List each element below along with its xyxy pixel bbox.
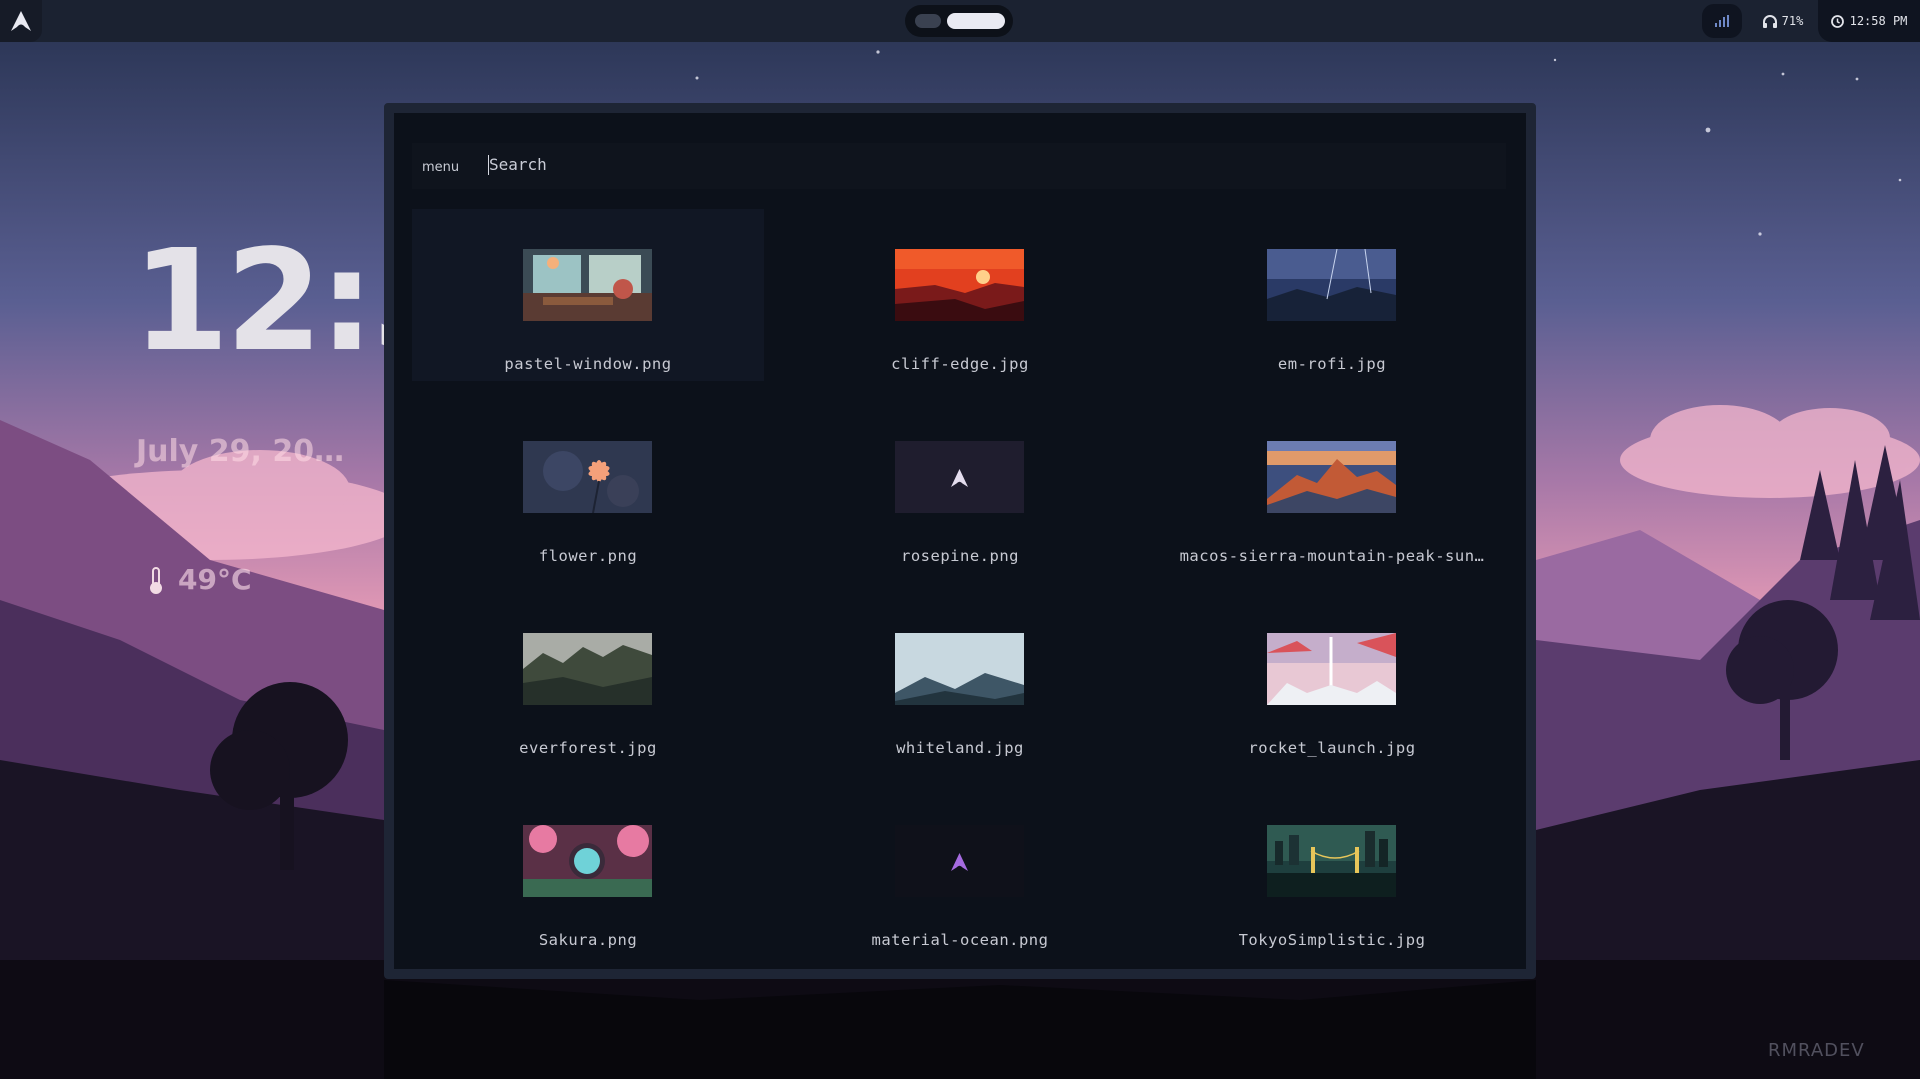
wallpaper-item[interactable]: whiteland.jpg (784, 593, 1136, 765)
clock-time: 12:58 PM (1849, 14, 1908, 28)
temperature-value: 49°C (178, 563, 252, 596)
workspace-indicator[interactable] (915, 14, 941, 28)
wallpaper-thumbnail (895, 249, 1024, 321)
app-launcher-button[interactable] (0, 0, 42, 42)
battery-percent: 71% (1781, 14, 1804, 28)
wallpaper-picker-window: menu Search pastel-window.png cliff-edge… (384, 103, 1536, 979)
clock-indicator[interactable]: 12:58 PM (1818, 0, 1920, 42)
wallpaper-filename: rosepine.png (901, 547, 1019, 565)
search-bar[interactable]: menu Search (412, 143, 1506, 189)
clock-icon (1830, 14, 1844, 28)
wallpaper-filename: everforest.jpg (519, 739, 657, 757)
wallpaper-filename: macos-sierra-mountain-peak-sun… (1179, 547, 1485, 565)
wallpaper-thumbnail (1267, 441, 1396, 513)
wallpaper-thumbnail (523, 249, 652, 321)
wallpaper-item[interactable]: pastel-window.png (412, 209, 764, 381)
search-prompt-label: menu (422, 160, 460, 175)
wallpaper-thumbnail (523, 441, 652, 513)
search-input[interactable]: Search (488, 155, 547, 175)
wallpaper-item[interactable]: material-ocean.png (784, 785, 1136, 957)
wallpaper-item[interactable]: flower.png (412, 401, 764, 573)
wallpaper-thumbnail (1267, 249, 1396, 321)
headphone-battery-indicator[interactable]: 71% (1748, 4, 1818, 38)
wallpaper-filename: TokyoSimplistic.jpg (1238, 931, 1426, 949)
wallpaper-thumbnail (523, 825, 652, 897)
desktop-temperature-widget: 49°C (148, 563, 252, 596)
wallpaper-filename: material-ocean.png (871, 931, 1049, 949)
wallpaper-item[interactable]: rocket_launch.jpg (1156, 593, 1508, 765)
wallpaper-filename: whiteland.jpg (896, 739, 1024, 757)
top-bar: 71% 12:58 PM (0, 0, 1920, 42)
headphones-icon (1762, 14, 1777, 28)
wallpaper-filename: pastel-window.png (504, 355, 672, 373)
watermark-text: RMRADEV (1768, 1040, 1865, 1061)
arch-logo-icon (11, 11, 31, 31)
wallpaper-item[interactable]: TokyoSimplistic.jpg (1156, 785, 1508, 957)
wallpaper-item[interactable]: macos-sierra-mountain-peak-sun… (1156, 401, 1508, 573)
wallpaper-item[interactable]: rosepine.png (784, 401, 1136, 573)
wallpaper-filename: cliff-edge.jpg (891, 355, 1029, 373)
workspace-indicator-active[interactable] (947, 13, 1005, 29)
wallpaper-item[interactable]: everforest.jpg (412, 593, 764, 765)
wallpaper-thumbnail (895, 633, 1024, 705)
wallpaper-thumbnail (895, 825, 1024, 897)
wallpaper-filename: Sakura.png (538, 931, 638, 949)
wallpaper-item[interactable]: em-rofi.jpg (1156, 209, 1508, 381)
desktop-date-widget: July 29, 20… (136, 434, 345, 469)
wallpaper-filename: rocket_launch.jpg (1248, 739, 1416, 757)
wallpaper-thumbnail (1267, 633, 1396, 705)
wallpaper-filename: em-rofi.jpg (1277, 355, 1387, 373)
thermometer-icon (150, 566, 162, 594)
wallpaper-filename: flower.png (538, 547, 638, 565)
wallpaper-thumbnail (895, 441, 1024, 513)
network-indicator[interactable] (1702, 4, 1742, 38)
signal-bars-icon (1715, 15, 1729, 27)
workspace-switcher (905, 5, 1013, 37)
wallpaper-thumbnail (1267, 825, 1396, 897)
wallpaper-item[interactable]: cliff-edge.jpg (784, 209, 1136, 381)
wallpaper-thumbnail (523, 633, 652, 705)
wallpaper-item[interactable]: Sakura.png (412, 785, 764, 957)
